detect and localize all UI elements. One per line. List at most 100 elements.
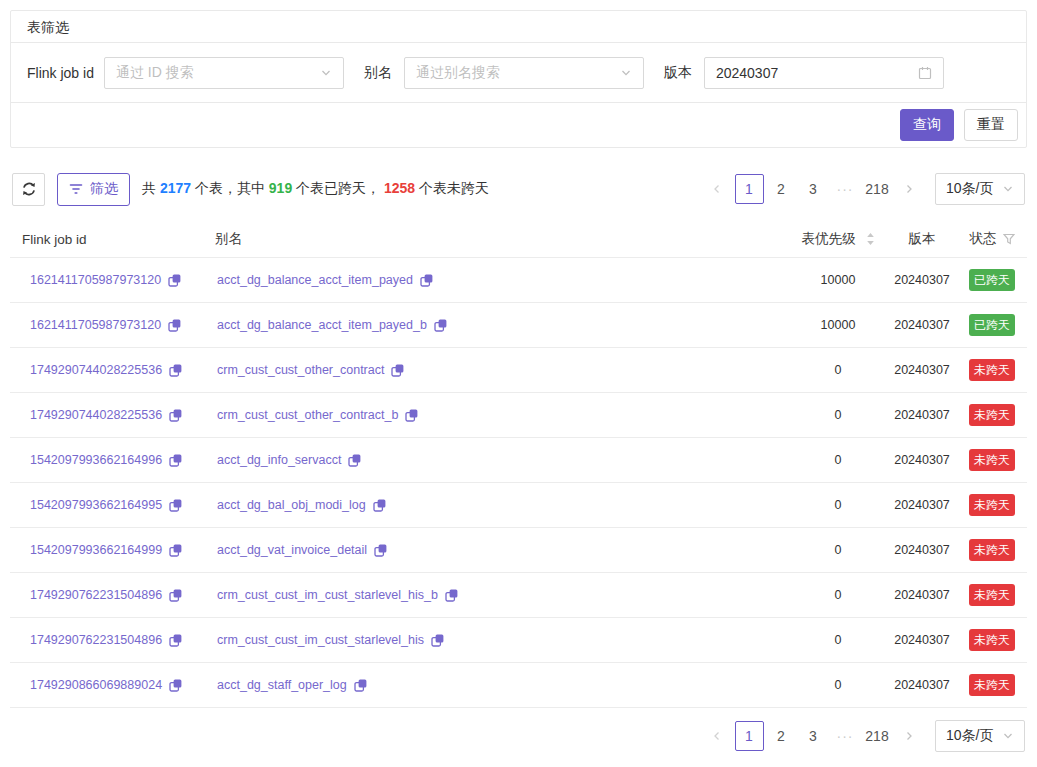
copy-icon[interactable] — [169, 409, 182, 422]
copy-icon[interactable] — [169, 589, 182, 602]
alias-link[interactable]: acct_dg_balance_acct_item_payed — [217, 273, 413, 287]
page-button-3[interactable]: 3 — [799, 721, 828, 751]
copy-icon[interactable] — [420, 274, 433, 287]
filter-funnel-icon[interactable] — [1003, 233, 1015, 245]
stats-text: 共 — [142, 180, 160, 196]
next-page-button[interactable] — [895, 174, 924, 204]
alias-link[interactable]: crm_cust_cust_im_cust_starlevel_his — [217, 633, 424, 647]
prev-page-button[interactable] — [703, 721, 732, 751]
priority-value: 0 — [789, 408, 887, 422]
priority-value: 0 — [789, 543, 887, 557]
version-value: 20240307 — [716, 65, 778, 81]
version-cell: 20240307 — [887, 273, 957, 287]
status-badge: 已跨天 — [969, 269, 1015, 291]
alias-placeholder: 通过别名搜索 — [416, 64, 500, 82]
version-cell: 20240307 — [887, 678, 957, 692]
job-id-link[interactable]: 1621411705987973120 — [30, 273, 161, 287]
copy-icon[interactable] — [354, 679, 367, 692]
table-body: 1621411705987973120 acct_dg_balance_acct… — [10, 258, 1027, 708]
status-badge: 未跨天 — [969, 539, 1015, 561]
query-button[interactable]: 查询 — [900, 109, 954, 141]
job-id-link[interactable]: 1542097993662164995 — [30, 498, 162, 512]
filter-row: Flink job id 通过 ID 搜索 别名 通过别名搜索 版本 20240… — [11, 43, 1026, 103]
page-size-select[interactable]: 10条/页 — [935, 720, 1025, 752]
sort-icon[interactable] — [866, 232, 875, 246]
reset-button[interactable]: 重置 — [964, 109, 1018, 141]
job-id-link[interactable]: 1621411705987973120 — [30, 318, 161, 332]
copy-icon[interactable] — [169, 364, 182, 377]
stat-total: 2177 — [160, 180, 191, 196]
copy-icon[interactable] — [374, 544, 387, 557]
copy-icon[interactable] — [169, 544, 182, 557]
job-id-link[interactable]: 1749290866069889024 — [30, 678, 162, 692]
copy-icon[interactable] — [168, 274, 181, 287]
copy-icon[interactable] — [405, 409, 418, 422]
next-page-button[interactable] — [895, 721, 924, 751]
page-button-218[interactable]: 218 — [863, 721, 892, 751]
alias-link[interactable]: crm_cust_cust_im_cust_starlevel_his_b — [217, 588, 438, 602]
page-button-3[interactable]: 3 — [799, 174, 828, 204]
filter-button[interactable]: 筛选 — [57, 173, 130, 206]
copy-icon[interactable] — [434, 319, 447, 332]
copy-icon[interactable] — [445, 589, 458, 602]
header-version[interactable]: 版本 — [887, 230, 957, 248]
copy-icon[interactable] — [169, 679, 182, 692]
alias-link[interactable]: crm_cust_cust_other_contract — [217, 363, 384, 377]
chevron-down-icon — [620, 67, 632, 79]
refresh-button[interactable] — [12, 173, 45, 206]
table-row: 1621411705987973120 acct_dg_balance_acct… — [10, 303, 1027, 348]
header-status[interactable]: 状态 — [957, 230, 1027, 248]
filter-actions: 查询 重置 — [11, 103, 1026, 147]
pagination-ellipsis[interactable]: ··· — [831, 174, 860, 204]
page-size-select[interactable]: 10条/页 — [935, 173, 1025, 205]
job-id-link[interactable]: 1749290762231504896 — [30, 588, 162, 602]
job-id-link[interactable]: 1542097993662164999 — [30, 543, 162, 557]
page-button-218[interactable]: 218 — [863, 174, 892, 204]
copy-icon[interactable] — [169, 454, 182, 467]
copy-icon[interactable] — [391, 364, 404, 377]
table-row: 1542097993662164995 acct_dg_bal_obj_modi… — [10, 483, 1027, 528]
table-row: 1542097993662164996 acct_dg_info_servacc… — [10, 438, 1027, 483]
priority-value: 0 — [789, 498, 887, 512]
copy-icon[interactable] — [373, 499, 386, 512]
alias-link[interactable]: acct_dg_bal_obj_modi_log — [217, 498, 366, 512]
pagination: 123···218 10条/页 — [701, 720, 1025, 752]
flink-job-id-select[interactable]: 通过 ID 搜索 — [104, 57, 344, 89]
stats-text: 个表未跨天 — [415, 180, 489, 196]
page-button-2[interactable]: 2 — [767, 721, 796, 751]
alias-link[interactable]: acct_dg_vat_invoice_detail — [217, 543, 367, 557]
alias-select[interactable]: 通过别名搜索 — [404, 57, 644, 89]
status-badge: 未跨天 — [969, 629, 1015, 651]
version-date-input[interactable]: 20240307 — [704, 57, 944, 89]
copy-icon[interactable] — [431, 634, 444, 647]
copy-icon[interactable] — [348, 454, 361, 467]
alias-link[interactable]: acct_dg_balance_acct_item_payed_b — [217, 318, 427, 332]
header-alias[interactable]: 别名 — [206, 230, 789, 248]
alias-link[interactable]: crm_cust_cust_other_contract_b — [217, 408, 398, 422]
priority-value: 0 — [789, 363, 887, 377]
copy-icon[interactable] — [169, 634, 182, 647]
header-flink-job-id[interactable]: Flink job id — [10, 232, 206, 247]
status-badge: 未跨天 — [969, 449, 1015, 471]
job-id-link[interactable]: 1749290744028225536 — [30, 408, 162, 422]
alias-link[interactable]: acct_dg_staff_oper_log — [217, 678, 347, 692]
copy-icon[interactable] — [168, 319, 181, 332]
pagination-ellipsis[interactable]: ··· — [831, 721, 860, 751]
alias-link[interactable]: acct_dg_info_servacct — [217, 453, 341, 467]
job-id-link[interactable]: 1749290744028225536 — [30, 363, 162, 377]
page-button-2[interactable]: 2 — [767, 174, 796, 204]
page-button-1[interactable]: 1 — [735, 721, 764, 751]
data-table: Flink job id 别名 表优先级 版本 状态 1621411705987… — [10, 221, 1027, 708]
bottom-pagination-bar: 123···218 10条/页 — [10, 720, 1027, 752]
prev-page-button[interactable] — [703, 174, 732, 204]
chevron-down-icon — [1002, 730, 1014, 742]
stat-crossed: 919 — [269, 180, 292, 196]
page-button-1[interactable]: 1 — [735, 174, 764, 204]
copy-icon[interactable] — [169, 499, 182, 512]
header-priority[interactable]: 表优先级 — [789, 230, 887, 248]
job-id-link[interactable]: 1749290762231504896 — [30, 633, 162, 647]
filter-button-label: 筛选 — [90, 180, 118, 198]
table-row: 1621411705987973120 acct_dg_balance_acct… — [10, 258, 1027, 303]
job-id-link[interactable]: 1542097993662164996 — [30, 453, 162, 467]
version-cell: 20240307 — [887, 363, 957, 377]
